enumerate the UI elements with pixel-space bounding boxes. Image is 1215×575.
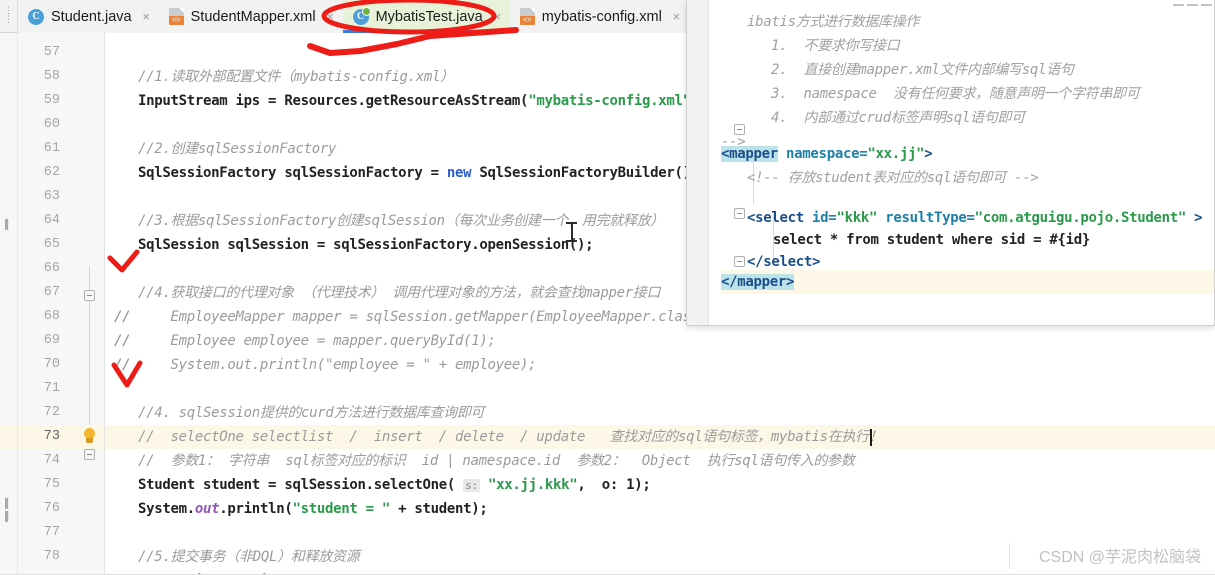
fold-marker-icon[interactable] — [84, 449, 95, 460]
line-number: 62 — [43, 165, 60, 180]
code-line[interactable]: //1.读取外部配置文件（mybatis-config.xml） — [138, 65, 454, 89]
close-icon[interactable]: × — [140, 10, 153, 23]
xml-panel-gutter — [687, 0, 709, 325]
panel-window-controls[interactable] — [1173, 0, 1212, 10]
xml-code-line[interactable]: <!-- 存放student表对应的sql语句即可 --> — [721, 166, 1214, 190]
line-number: 60 — [43, 117, 60, 132]
line-number: 73 — [43, 429, 60, 444]
line-number: 69 — [43, 333, 60, 348]
tab-mybatis-test-java[interactable]: C MybatisTest.java × — [342, 0, 510, 33]
line-number: 67 — [43, 285, 60, 300]
code-line[interactable]: //5.提交事务（非DQL）和释放资源 — [138, 545, 360, 569]
line-number: 57 — [43, 45, 60, 60]
java-class-icon: C — [28, 8, 44, 25]
code-line[interactable]: SqlSessionFactory sqlSessionFactory = ne… — [138, 161, 707, 185]
highlighted-line-band — [0, 425, 17, 449]
xml-code-line[interactable]: ibatis方式进行数据库操作 — [721, 10, 1214, 34]
line-number: 59 — [43, 93, 60, 108]
line-number: 66 — [43, 261, 60, 276]
xml-code-line[interactable]: 2. 直接创建mapper.xml文件内部编写sql语句 — [721, 58, 1214, 82]
tab-mybatis-config-xml[interactable]: mybatis-config.xml × — [509, 0, 689, 33]
watermark-divider — [1009, 543, 1010, 569]
marker-icon: ▌ — [5, 498, 12, 508]
overflow-dots-icon: ⋮ ⋮ — [4, 5, 13, 24]
line-number: 77 — [43, 525, 60, 540]
line-number: 78 — [43, 549, 60, 564]
line-number: 75 — [43, 477, 60, 492]
code-line[interactable]: // EmployeeMapper mapper = sqlSession.ge… — [114, 305, 715, 329]
close-icon — [1201, 4, 1212, 6]
java-test-class-icon: C — [352, 6, 371, 25]
code-line[interactable]: // Employee employee = mapper.queryById(… — [114, 329, 496, 353]
code-line[interactable]: //2.创建sqlSessionFactory — [138, 137, 336, 161]
code-line[interactable]: //4. sqlSession提供的curd方法进行数据库查询即可 — [138, 401, 485, 425]
minimize-icon — [1173, 4, 1184, 6]
code-line[interactable]: // System.out.println("employee = " + em… — [114, 353, 537, 377]
code-line[interactable]: SqlSession sqlSession = sqlSessionFactor… — [138, 233, 594, 257]
code-line[interactable]: // selectOne selectlist / insert / delet… — [138, 425, 883, 449]
intention-bulb-icon[interactable] — [81, 428, 98, 446]
line-number: 63 — [43, 189, 60, 204]
xml-code-line[interactable]: 4. 内部通过crud标签声明sql语句即可 — [721, 106, 1214, 130]
line-number: 58 — [43, 69, 60, 84]
marker-icon: ▌ — [5, 511, 12, 521]
code-line[interactable]: System.out.println("student = " + studen… — [138, 497, 488, 521]
code-line[interactable]: //3.根据sqlSessionFactory创建sqlSession（每次业务… — [138, 209, 664, 233]
csdn-watermark: CSDN @芋泥肉松脑袋 — [1038, 549, 1201, 566]
marker-icon: ▌ — [5, 219, 12, 229]
code-line[interactable]: InputStream ips = Resources.getResourceA… — [138, 89, 707, 113]
xml-code-line[interactable]: <mapper namespace="xx.jj"> — [721, 142, 1214, 166]
xml-code-line[interactable]: </mapper> — [721, 270, 1214, 294]
tab-bar-left-strip: ⋮ ⋮ — [0, 0, 18, 32]
xml-code-line[interactable]: 1. 不要求你写接口 — [721, 34, 1214, 58]
tab-label: mybatis-config.xml — [541, 8, 662, 25]
xml-code-line[interactable]: <select id="kkk" resultType="com.atguigu… — [721, 206, 1214, 230]
line-number: 72 — [43, 405, 60, 420]
code-line[interactable]: // 参数1： 字符串 sql标签对应的标识 id | namespace.id… — [138, 449, 855, 473]
line-number: 71 — [43, 381, 60, 396]
fold-marker-icon[interactable] — [84, 290, 95, 301]
tab-label: Student.java — [51, 8, 132, 25]
ide-window: ⋮⋮ C Student.java × StudentMapper.xml × … — [0, 0, 1215, 575]
code-line[interactable]: //4.获取接口的代理对象 （代理技术） 调用代理对象的方法，就会查找mappe… — [138, 281, 661, 305]
maximize-icon — [1187, 4, 1198, 6]
line-number: 76 — [43, 501, 60, 516]
close-icon[interactable]: × — [324, 10, 337, 23]
line-number-gutter: 57 58 59 60 61 62 63 64 65 66 67 68 69 70 71 72 73 74 75 76… — [18, 33, 70, 575]
tab-label: StudentMapper.xml — [190, 8, 316, 25]
line-number: 64 — [43, 213, 60, 228]
tab-label: MybatisTest.java — [375, 8, 483, 25]
tab-student-java[interactable]: C Student.java × — [18, 0, 159, 33]
close-icon[interactable]: × — [491, 10, 504, 23]
line-number: 65 — [43, 237, 60, 252]
xml-file-icon — [519, 8, 535, 25]
xml-code-line[interactable]: select * from student where sid = #{id} — [721, 228, 1214, 252]
tab-student-mapper-xml[interactable]: StudentMapper.xml × — [158, 0, 343, 33]
text-caret — [870, 429, 872, 446]
text-mouse-cursor — [566, 222, 577, 242]
fold-gutter[interactable] — [70, 33, 105, 575]
editor-left-strip: ▌ ▌ ▌ — [0, 33, 18, 575]
code-line[interactable]: Student student = sqlSession.selectOne( … — [138, 473, 651, 498]
line-number: 74 — [43, 453, 60, 468]
line-number: 68 — [43, 309, 60, 324]
xml-preview-panel[interactable]: ibatis方式进行数据库操作 1. 不要求你写接口 2. 直接创建mapper.x… — [686, 0, 1215, 326]
close-icon[interactable]: × — [670, 10, 683, 23]
xml-file-icon — [168, 8, 184, 25]
xml-code-line[interactable]: 3. namespace 没有任何要求，随意声明一个字符串即可 — [721, 82, 1214, 106]
line-number: 70 — [43, 357, 60, 372]
line-number: 61 — [43, 141, 60, 156]
